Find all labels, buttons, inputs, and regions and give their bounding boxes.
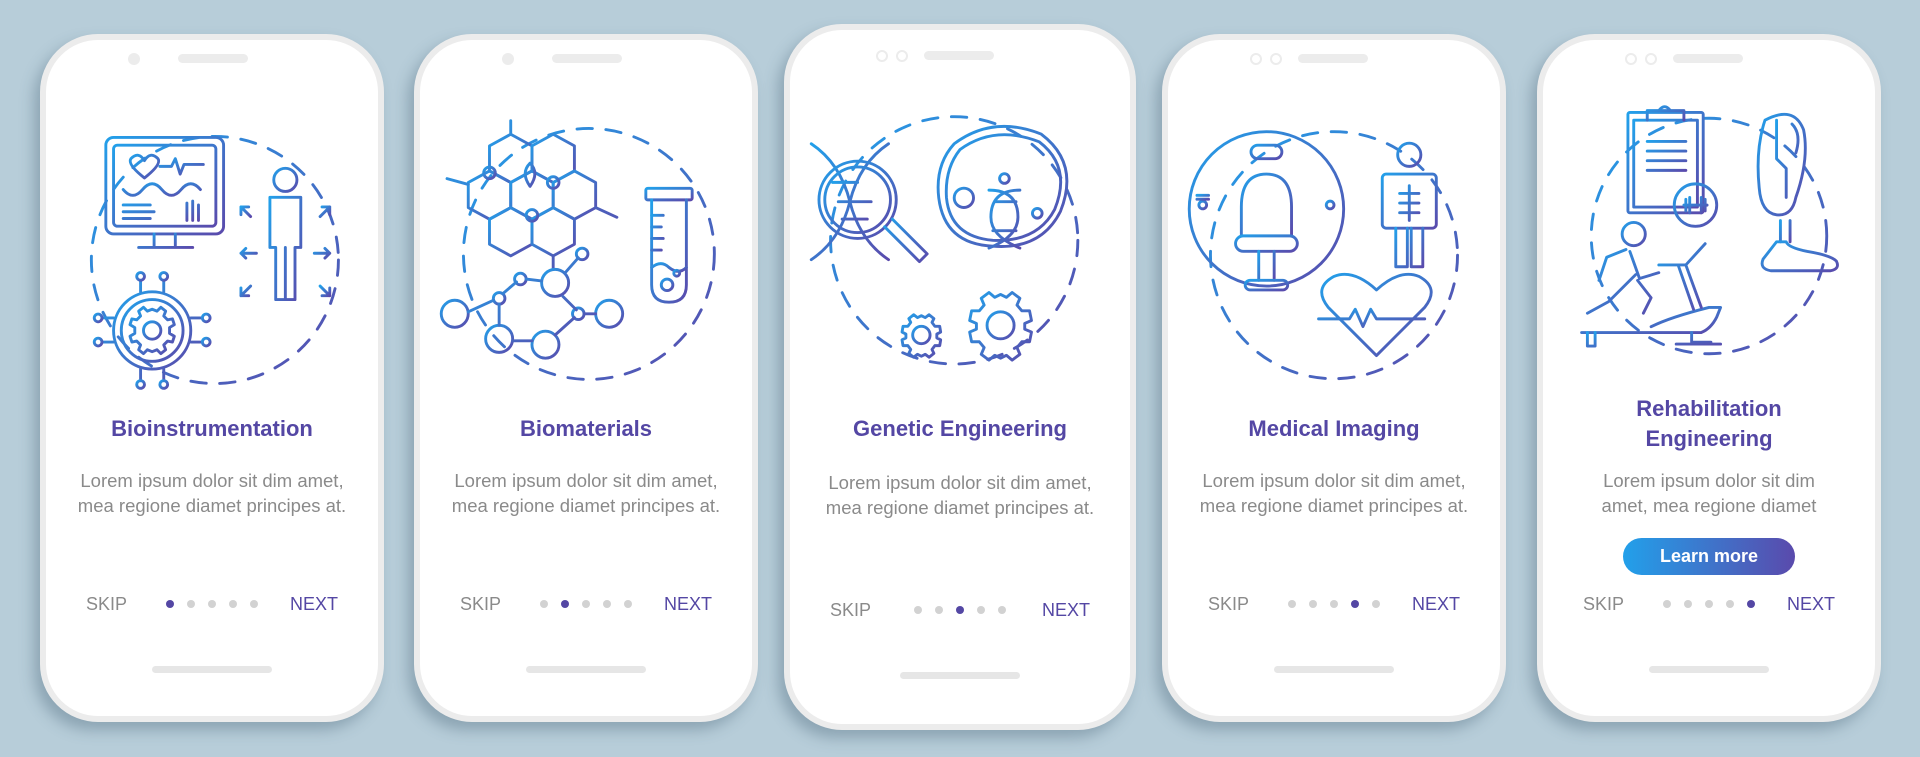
page-dot[interactable] xyxy=(998,606,1006,614)
page-indicator xyxy=(914,606,1006,614)
home-indicator xyxy=(1274,666,1394,673)
page-dot[interactable] xyxy=(935,606,943,614)
skip-button[interactable]: SKIP xyxy=(830,598,871,622)
page-dot[interactable] xyxy=(540,600,548,608)
page-dot-active[interactable] xyxy=(166,600,174,608)
onboarding-screen-rehabilitation-engineering: Rehabilitation Engineering Lorem ipsum d… xyxy=(1537,34,1881,722)
next-button[interactable]: NEXT xyxy=(1042,598,1090,622)
page-dot[interactable] xyxy=(1288,600,1296,608)
screen-title: Bioinstrumentation xyxy=(111,416,313,441)
next-button[interactable]: NEXT xyxy=(290,592,338,616)
medical-imaging-illustration xyxy=(1168,110,1500,410)
page-dot[interactable] xyxy=(582,600,590,608)
home-indicator xyxy=(526,666,646,673)
xray-person-icon xyxy=(1380,141,1438,269)
page-dot[interactable] xyxy=(603,600,611,608)
screen-description: Lorem ipsum dolor sit dim amet, mea regi… xyxy=(451,470,721,516)
page-indicator xyxy=(1663,600,1755,608)
page-dot[interactable] xyxy=(1330,600,1338,608)
test-tube-icon xyxy=(644,186,694,304)
clipboard-icon xyxy=(1626,105,1719,228)
screen-title: Biomaterials xyxy=(519,416,653,441)
page-dot[interactable] xyxy=(1726,600,1734,608)
biomaterials-illustration xyxy=(420,102,752,402)
skip-button[interactable]: SKIP xyxy=(460,592,501,616)
skip-button[interactable]: SKIP xyxy=(1583,592,1624,616)
screen-title: Rehabilitation Engineering xyxy=(1636,396,1782,451)
onboarding-nav: SKIP NEXT xyxy=(1168,592,1500,616)
onboarding-nav: SKIP NEXT xyxy=(420,592,752,616)
screen-description: Lorem ipsum dolor sit dim amet, mea regi… xyxy=(77,470,347,516)
page-indicator xyxy=(540,600,632,608)
onboarding-nav: SKIP NEXT xyxy=(46,592,378,616)
screen-title: Genetic Engineering xyxy=(853,416,1067,441)
page-dot[interactable] xyxy=(977,606,985,614)
page-dot[interactable] xyxy=(250,600,258,608)
screen-title: Medical Imaging xyxy=(1248,416,1420,441)
onboarding-screen-bioinstrumentation: Bioinstrumentation Lorem ipsum dolor sit… xyxy=(40,34,384,722)
screen-description: Lorem ipsum dolor sit dim amet, mea regi… xyxy=(1601,470,1817,516)
next-button[interactable]: NEXT xyxy=(1412,592,1460,616)
learn-more-button[interactable]: Learn more xyxy=(1623,538,1795,575)
camera-ring xyxy=(1270,53,1282,65)
skip-button[interactable]: SKIP xyxy=(1208,592,1249,616)
gears-icon xyxy=(900,291,1033,362)
home-indicator xyxy=(1649,666,1769,673)
page-dot-active[interactable] xyxy=(561,600,569,608)
camera-dot xyxy=(128,53,140,65)
page-indicator xyxy=(166,600,258,608)
molecule-icon xyxy=(439,246,625,360)
onboarding-screen-biomaterials: Biomaterials Lorem ipsum dolor sit dim a… xyxy=(414,34,758,722)
gear-circuit-icon xyxy=(92,271,212,390)
monitor-icon xyxy=(104,135,226,249)
cell-dna-icon xyxy=(936,124,1069,250)
next-button[interactable]: NEXT xyxy=(1787,592,1835,616)
onboarding-nav: SKIP NEXT xyxy=(1543,592,1875,616)
rehabilitation-engineering-illustration xyxy=(1543,86,1875,386)
screen-description: Lorem ipsum dolor sit dim amet, mea regi… xyxy=(825,472,1095,518)
camera-ring xyxy=(876,50,888,62)
camera-ring xyxy=(1250,53,1262,65)
skip-button[interactable]: SKIP xyxy=(86,592,127,616)
camera-ring xyxy=(1645,53,1657,65)
camera-dot xyxy=(502,53,514,65)
speaker-slot xyxy=(552,54,622,63)
page-dot-active[interactable] xyxy=(1747,600,1755,608)
onboarding-screen-genetic-engineering: Genetic Engineering Lorem ipsum dolor si… xyxy=(784,24,1136,730)
speaker-slot xyxy=(1673,54,1743,63)
camera-ring xyxy=(1625,53,1637,65)
page-dot-active[interactable] xyxy=(956,606,964,614)
onboarding-nav: SKIP NEXT xyxy=(790,598,1130,622)
page-dot[interactable] xyxy=(624,600,632,608)
page-dot[interactable] xyxy=(1372,600,1380,608)
onboarding-screen-medical-imaging: Medical Imaging Lorem ipsum dolor sit di… xyxy=(1162,34,1506,722)
speaker-slot xyxy=(924,51,994,60)
page-dot[interactable] xyxy=(1663,600,1671,608)
page-indicator xyxy=(1288,600,1380,608)
next-button[interactable]: NEXT xyxy=(664,592,712,616)
speaker-slot xyxy=(1298,54,1368,63)
dna-magnifier-icon xyxy=(809,142,929,264)
screen-description: Lorem ipsum dolor sit dim amet, mea regi… xyxy=(1199,470,1469,516)
page-dot[interactable] xyxy=(229,600,237,608)
page-dot-active[interactable] xyxy=(1351,600,1359,608)
page-dot[interactable] xyxy=(1309,600,1317,608)
heart-pulse-icon xyxy=(1317,272,1433,357)
camera-ring xyxy=(896,50,908,62)
speaker-slot xyxy=(178,54,248,63)
page-dot[interactable] xyxy=(208,600,216,608)
home-indicator xyxy=(152,666,272,673)
genetic-engineering-illustration xyxy=(790,100,1130,400)
page-dot[interactable] xyxy=(1705,600,1713,608)
page-dot[interactable] xyxy=(914,606,922,614)
bioinstrumentation-illustration xyxy=(46,110,378,410)
page-dot[interactable] xyxy=(187,600,195,608)
page-dot[interactable] xyxy=(1684,600,1692,608)
home-indicator xyxy=(900,672,1020,679)
